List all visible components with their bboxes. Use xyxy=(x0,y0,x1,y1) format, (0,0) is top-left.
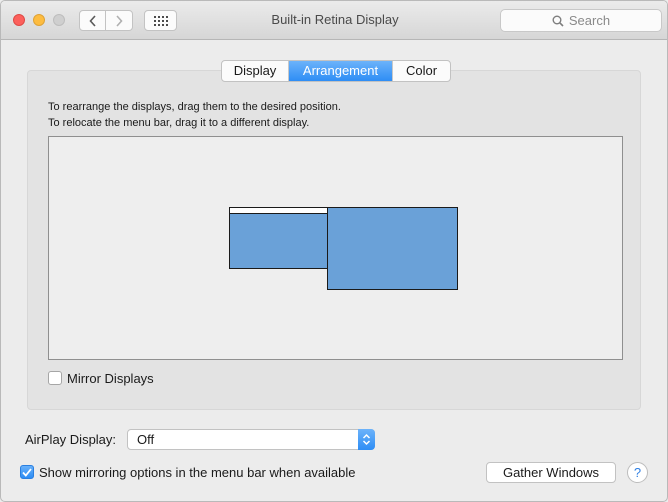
instruction-menubar: To relocate the menu bar, drag it to a d… xyxy=(48,117,310,129)
mirror-displays-checkbox[interactable] xyxy=(48,371,62,385)
title-bar: Built-in Retina Display Search xyxy=(1,1,667,40)
tab-display[interactable]: Display xyxy=(222,61,289,81)
checkmark-icon xyxy=(22,467,32,477)
instruction-rearrange: To rearrange the displays, drag them to … xyxy=(48,101,341,113)
search-icon xyxy=(552,15,564,27)
airplay-label: AirPlay Display: xyxy=(25,432,117,447)
tab-arrangement[interactable]: Arrangement xyxy=(289,61,393,81)
mirror-displays-label: Mirror Displays xyxy=(67,371,154,386)
menu-bar-handle[interactable] xyxy=(230,208,327,214)
airplay-value: Off xyxy=(137,432,155,447)
airplay-popup[interactable]: Off xyxy=(127,429,375,450)
display-secondary[interactable] xyxy=(327,207,458,290)
search-field[interactable]: Search xyxy=(500,9,662,32)
preferences-window: Built-in Retina Display Search Display A… xyxy=(0,0,668,502)
arrangement-canvas xyxy=(48,136,623,360)
tab-bar: Display Arrangement Color xyxy=(221,60,451,82)
help-button[interactable]: ? xyxy=(627,462,648,483)
gather-windows-button[interactable]: Gather Windows xyxy=(486,462,616,483)
search-placeholder: Search xyxy=(568,13,611,28)
show-mirroring-label: Show mirroring options in the menu bar w… xyxy=(39,465,356,480)
display-main[interactable] xyxy=(229,207,328,269)
show-mirroring-checkbox[interactable] xyxy=(20,465,34,479)
popup-arrows-icon xyxy=(358,429,375,450)
tab-color[interactable]: Color xyxy=(393,61,450,81)
